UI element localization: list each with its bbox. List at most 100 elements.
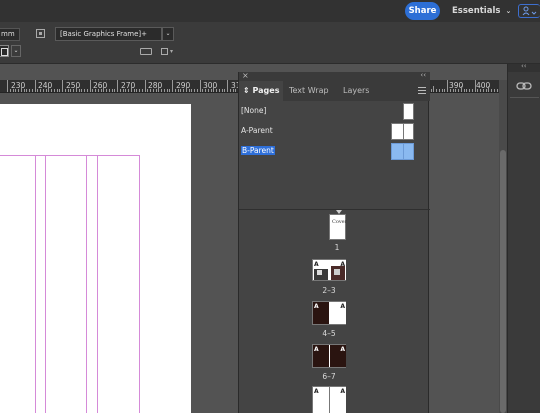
chevron-down-icon: ⌄ <box>505 7 512 15</box>
ruler-tick <box>106 89 107 92</box>
links-icon[interactable] <box>516 80 532 92</box>
panel-menu-icon[interactable] <box>418 87 426 94</box>
ruler-tick <box>477 89 479 92</box>
ruler-tick <box>9 89 11 92</box>
ruler-tick <box>235 89 237 92</box>
collapse-icon[interactable]: ‹‹ <box>420 71 426 79</box>
ruler-tick <box>196 89 198 92</box>
workspace-switcher[interactable]: Essentials ⌄ <box>452 4 511 18</box>
page-thumbnail[interactable]: A A <box>312 344 346 368</box>
parent-thumbnail[interactable] <box>403 103 414 120</box>
ruler-tick <box>103 86 105 92</box>
page-thumbnail[interactable]: Cover <box>329 214 347 240</box>
scrollbar-thumb[interactable] <box>500 150 506 413</box>
margin-guide <box>0 155 140 156</box>
column-guide <box>45 155 46 413</box>
parent-thumbnail[interactable] <box>391 123 414 140</box>
parent-row-none[interactable]: [None] <box>239 101 430 121</box>
frame-fitting-tools: ▾ <box>140 47 180 57</box>
ruler-tick <box>438 89 440 92</box>
tab-pages-label: Pages <box>252 86 280 95</box>
ruler-tick <box>474 80 476 92</box>
ruler-tick <box>158 86 160 92</box>
settings-icon[interactable]: ▾ <box>170 48 175 55</box>
search-field[interactable] <box>518 4 540 18</box>
ruler-tick <box>471 89 473 92</box>
vertical-scrollbar[interactable] <box>499 80 507 413</box>
ruler-tick <box>460 86 462 92</box>
share-button[interactable]: Share <box>405 2 440 20</box>
parent-marker: A <box>314 346 319 353</box>
ruler-tick <box>125 89 127 92</box>
column-guide <box>139 155 140 413</box>
object-style-field[interactable]: [Basic Graphics Frame]+ <box>55 27 162 41</box>
dimension-field[interactable]: mm <box>0 28 20 41</box>
page-right: A <box>330 345 346 367</box>
ruler-tick <box>229 89 231 92</box>
ruler-tick <box>480 89 481 92</box>
ruler-tick <box>122 89 124 92</box>
ruler-tick <box>59 89 61 92</box>
ruler-tick <box>128 89 129 92</box>
ruler-tick <box>169 89 171 92</box>
page-thumbnail[interactable]: A A <box>312 259 346 281</box>
ruler-tick <box>70 89 72 92</box>
parent-row-b[interactable]: B-Parent <box>239 141 430 161</box>
page-left: A <box>313 387 329 413</box>
tab-text-wrap[interactable]: Text Wrap <box>289 81 329 101</box>
parent-label: [None] <box>241 106 267 115</box>
parent-row-a[interactable]: A-Parent <box>239 121 430 141</box>
page-thumbnail[interactable]: A A <box>312 301 346 325</box>
workspace-label: Essentials <box>452 6 501 16</box>
ruler-tick <box>64 89 66 92</box>
control-bar: mm ⌄ [Basic Graphics Frame]+ ⌄ ▾ <box>0 22 540 64</box>
ruler-tick <box>463 89 465 92</box>
ruler-tick <box>191 89 193 92</box>
ruler-tick <box>147 89 149 92</box>
ruler-tick <box>218 89 220 92</box>
ruler-tick <box>177 89 179 92</box>
object-style-chevron-icon[interactable]: ⌄ <box>162 27 174 41</box>
ruler-tick <box>29 89 30 92</box>
ruler-tick <box>15 89 17 92</box>
ruler-tick <box>430 89 432 92</box>
parent-thumbnail[interactable] <box>391 143 414 160</box>
ruler-tick <box>97 89 99 92</box>
stroke-chevron-icon[interactable]: ⌄ <box>11 45 21 57</box>
close-icon[interactable]: × <box>242 71 249 80</box>
ruler-tick <box>482 89 484 92</box>
ruler-tick <box>111 89 113 92</box>
parent-pages-list: [None] A-Parent B-Parent <box>239 101 430 209</box>
panel-divider[interactable] <box>239 209 430 210</box>
ruler-tick <box>185 86 187 92</box>
ruler-tick <box>166 89 168 92</box>
document-page[interactable] <box>0 104 191 413</box>
column-guide <box>97 155 98 413</box>
ruler-tick <box>86 89 88 92</box>
fitting-icon[interactable] <box>140 48 152 55</box>
ruler-tick <box>155 89 157 92</box>
tab-layers[interactable]: Layers <box>343 81 369 101</box>
document-canvas[interactable] <box>0 94 238 413</box>
ruler-tick <box>73 89 74 92</box>
ruler-tick <box>491 89 492 92</box>
ruler-tick <box>108 89 110 92</box>
ruler-tick <box>161 89 162 92</box>
ruler-tick <box>163 89 165 92</box>
ruler-tick <box>26 89 28 92</box>
stroke-type-select[interactable] <box>0 45 9 57</box>
parent-marker: A <box>314 303 319 310</box>
page-thumbnail[interactable]: A A <box>312 386 346 413</box>
dock-expand-icon[interactable]: ‹‹ <box>521 62 527 70</box>
ruler-tick <box>53 89 55 92</box>
parent-label-selected: B-Parent <box>241 146 275 155</box>
auto-fit-icon[interactable] <box>161 48 168 55</box>
ruler-tick <box>51 89 52 92</box>
ruler-tick <box>469 89 470 92</box>
ruler-tick <box>150 89 151 92</box>
ruler-tick <box>441 89 443 92</box>
ruler-tick <box>493 89 495 92</box>
ruler-tick <box>67 89 69 92</box>
dock-divider <box>510 97 539 98</box>
tab-pages[interactable]: ⇕ Pages <box>239 81 283 101</box>
